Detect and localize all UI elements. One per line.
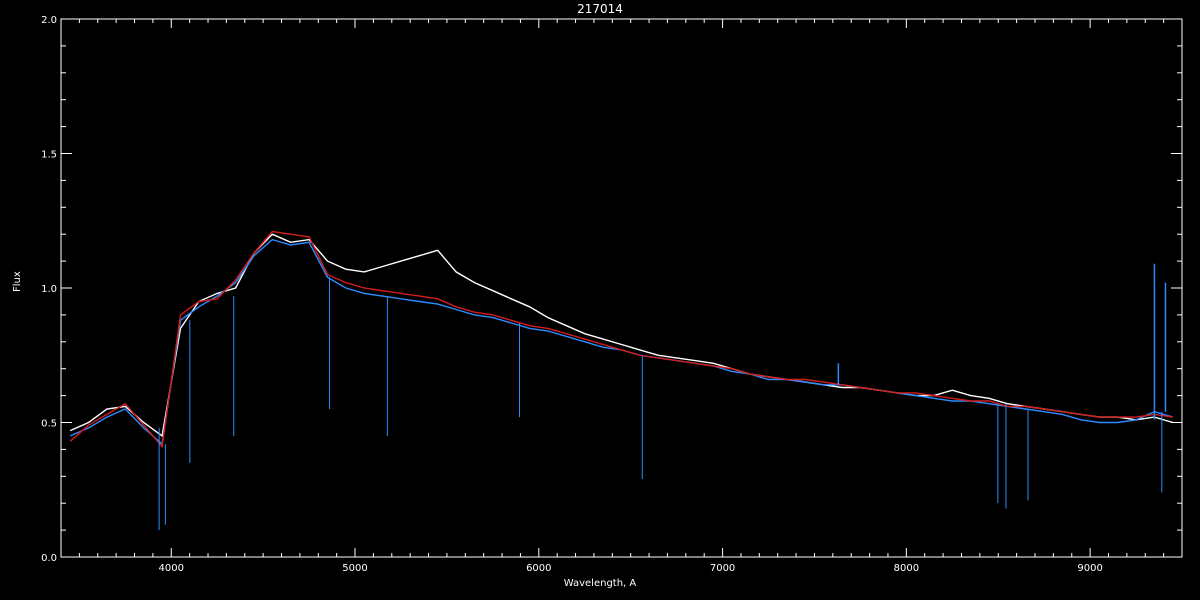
- y-tick-label: 0.0: [41, 553, 57, 564]
- x-tick-label: 8000: [894, 563, 919, 574]
- y-tick-label: 0.5: [41, 419, 57, 430]
- x-tick-label: 6000: [526, 563, 551, 574]
- chart-title: 217014: [577, 2, 623, 16]
- plot-background: [0, 0, 1200, 600]
- x-tick-label: 7000: [710, 563, 735, 574]
- x-tick-label: 9000: [1077, 563, 1102, 574]
- y-tick-label: 1.0: [41, 284, 57, 295]
- x-axis-label: Wavelength, A: [563, 578, 637, 589]
- spectrum-chart: 4000 5000 6000 7000 8000 9000 0.0 0.5 1.0 1.5 2.0: [0, 0, 1200, 600]
- x-tick-label: 4000: [159, 563, 184, 574]
- x-tick-label: 5000: [342, 563, 367, 574]
- y-axis-label: Flux: [12, 271, 23, 292]
- y-tick-label: 2.0: [41, 15, 57, 26]
- y-tick-label: 1.5: [41, 150, 57, 161]
